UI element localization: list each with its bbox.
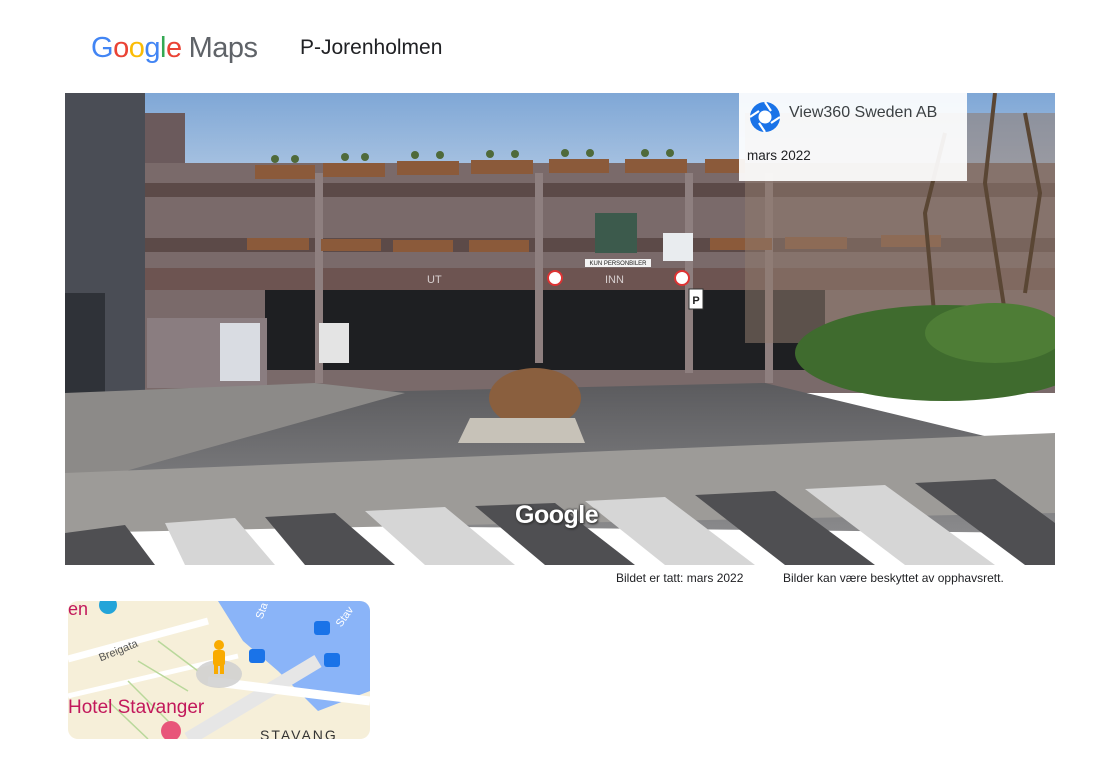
map-label-en: en	[68, 601, 89, 619]
sign-ut: UT	[427, 274, 442, 286]
street-view-panorama[interactable]: KUN PERSONBILER UT INN P View360 Sweden …	[65, 93, 1055, 565]
sign-kun-personbiler: KUN PERSONBILER	[589, 261, 647, 267]
photo-owner-link[interactable]: View360 Sweden AB	[789, 104, 937, 122]
map-label-stavanger: STAVANG	[260, 727, 338, 739]
place-title: P-Jorenholmen	[300, 36, 443, 59]
google-watermark: Google	[515, 501, 599, 529]
minimap[interactable]: en Breigata Hotel Stavanger Sta Stav STA…	[68, 601, 370, 739]
google-maps-logo: Google Maps	[91, 32, 258, 65]
aperture-icon	[749, 101, 781, 133]
pegman-icon[interactable]	[206, 639, 232, 679]
logo-google-text: Google	[91, 31, 182, 64]
maps-logo[interactable]: Google Maps	[91, 28, 258, 68]
copyright-caption: Bilder kan være beskyttet av opphavsrett…	[783, 571, 1004, 585]
sign-p: P	[692, 295, 699, 307]
photo-attribution-card[interactable]: View360 Sweden AB mars 2022	[739, 93, 967, 181]
capture-date-caption: Bildet er tatt: mars 2022	[616, 571, 744, 585]
photo-capture-date: mars 2022	[747, 148, 811, 163]
logo-maps-text: Maps	[188, 31, 258, 64]
map-label-hotel-stavanger[interactable]: Hotel Stavanger	[68, 697, 204, 719]
sign-inn: INN	[605, 274, 624, 286]
